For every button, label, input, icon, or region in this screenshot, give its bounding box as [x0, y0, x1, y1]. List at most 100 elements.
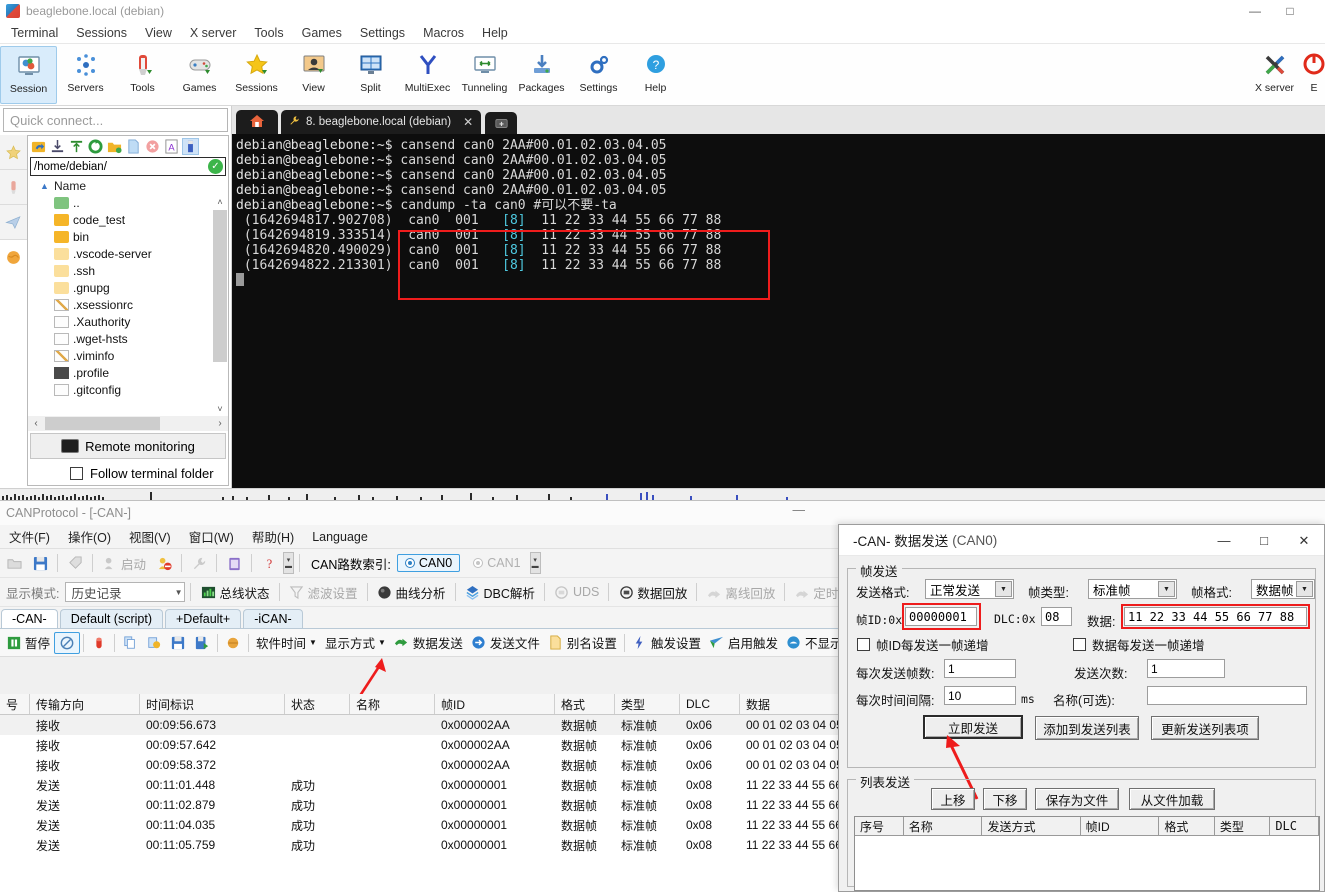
can-menu-window[interactable]: 窗口(W) — [180, 525, 243, 548]
menu-sessions[interactable]: Sessions — [67, 24, 136, 42]
grid-col-direction[interactable]: 传输方向 — [30, 694, 140, 714]
sidebar-tab-macros[interactable] — [0, 205, 27, 240]
time-source-button[interactable]: 软件时间 ▼ — [252, 631, 321, 654]
menu-help[interactable]: Help — [473, 24, 517, 42]
grid-col-format[interactable]: 格式 — [555, 694, 615, 714]
frame-type-combo[interactable]: 标准帧 ▼ — [1088, 579, 1177, 599]
canprotocol-minimize-button[interactable]: — — [793, 503, 806, 517]
list-item[interactable]: .viminfo — [28, 347, 228, 364]
grid-col-status[interactable]: 状态 — [285, 694, 350, 714]
tab-plus-default[interactable]: +Default+ — [165, 609, 242, 628]
list-item[interactable]: .xsessionrc — [28, 296, 228, 313]
toolbar-button-servers[interactable]: Servers — [57, 46, 114, 104]
can-menu-help[interactable]: 帮助(H) — [243, 525, 303, 548]
filter-settings-button[interactable]: 滤波设置 — [285, 581, 362, 604]
grid-col-frame-id[interactable]: 帧ID — [435, 694, 555, 714]
upload-icon[interactable] — [68, 138, 85, 155]
package-button[interactable] — [221, 633, 245, 653]
can-channel-can0[interactable]: CAN0 — [396, 554, 461, 572]
toolbar-button-split[interactable]: Split — [342, 46, 399, 104]
menu-view[interactable]: View — [136, 24, 181, 42]
save-grid-button[interactable] — [166, 633, 190, 653]
delete-icon[interactable] — [144, 138, 161, 155]
remote-monitoring-button[interactable]: Remote monitoring — [30, 433, 226, 459]
can-menu-file[interactable]: 文件(F) — [0, 525, 59, 548]
copy-button[interactable] — [118, 633, 142, 653]
send-format-combo[interactable]: 正常发送 ▼ — [925, 579, 1014, 599]
save-to-file-button[interactable]: 保存为文件 — [1035, 788, 1119, 810]
scroll-left-icon[interactable]: ‹ — [28, 418, 44, 429]
update-send-list-item-button[interactable]: 更新发送列表项 — [1151, 716, 1259, 740]
display-style-button[interactable]: 显示方式 ▼ — [321, 631, 390, 654]
toolbar-button-tunneling[interactable]: Tunneling — [456, 46, 513, 104]
trigger-settings-button[interactable]: 触发设置 — [628, 631, 705, 654]
frames-per-send-input[interactable]: 1 — [944, 659, 1016, 678]
send-list-col-send-mode[interactable]: 发送方式 — [982, 817, 1081, 835]
can-menu-view[interactable]: 视图(V) — [120, 525, 180, 548]
close-icon[interactable]: ✕ — [463, 115, 473, 129]
frame-id-increment-checkbox[interactable] — [857, 638, 870, 651]
toolbar-overflow-chevron[interactable]: ▾ ▬ — [283, 552, 295, 574]
load-from-file-button[interactable]: 从文件加载 — [1129, 788, 1215, 810]
pause-button[interactable]: 暂停 — [2, 631, 54, 654]
toolbar-tag-button[interactable] — [63, 553, 87, 573]
move-up-button[interactable]: 上移 — [931, 788, 975, 810]
list-item[interactable]: .. — [28, 194, 228, 211]
scroll-up-icon[interactable]: ˄ — [213, 194, 227, 209]
toolbar-open-button[interactable] — [2, 553, 26, 573]
toolbar-overflow-chevron-2[interactable]: ▾ ▬ — [529, 552, 541, 574]
scroll-thumb[interactable] — [213, 210, 227, 362]
curve-analysis-button[interactable]: 曲线分析 — [373, 581, 450, 604]
dbc-parse-button[interactable]: DBC解析 — [461, 581, 539, 604]
dialog-minimize-button[interactable]: — — [1204, 525, 1244, 556]
list-item[interactable]: .wget-hsts — [28, 330, 228, 347]
toolbar-stop-button[interactable] — [152, 553, 176, 573]
frame-id-input[interactable]: 00000001 — [905, 607, 977, 626]
parent-dir-icon[interactable] — [30, 138, 47, 155]
can-channel-can1[interactable]: CAN1 — [466, 555, 527, 571]
session-tab[interactable]: 8. beaglebone.local (debian) ✕ — [281, 110, 482, 134]
home-tab[interactable] — [236, 110, 278, 134]
toolbar-config-button[interactable] — [187, 553, 211, 573]
bus-status-button[interactable]: 总线状态 — [196, 581, 273, 604]
toolbar-button-sessions-star[interactable]: Sessions — [228, 46, 285, 104]
data-input[interactable]: 11 22 33 44 55 66 77 88 — [1124, 607, 1307, 626]
tab-can[interactable]: -CAN- — [1, 609, 58, 628]
send-list-col-seq[interactable]: 序号 — [855, 817, 904, 835]
follow-terminal-folder-row[interactable]: Follow terminal folder — [28, 461, 228, 485]
toolbar-button-games[interactable]: Games — [171, 46, 228, 104]
save-run-button[interactable] — [190, 633, 214, 653]
toolbar-save-button[interactable] — [28, 553, 52, 573]
sidebar-tab-tools[interactable] — [0, 170, 27, 205]
can-menu-operation[interactable]: 操作(O) — [59, 525, 120, 548]
uds-button[interactable]: UDS — [550, 582, 603, 602]
toolbar-button-exit[interactable]: E — [1303, 46, 1325, 104]
refresh-icon[interactable] — [87, 138, 104, 155]
toolbar-button-tools[interactable]: Tools — [114, 46, 171, 104]
quick-connect-input[interactable]: Quick connect... — [3, 108, 228, 132]
display-mode-combo[interactable]: 历史记录 ▼ — [65, 582, 186, 602]
new-file-icon[interactable] — [125, 138, 142, 155]
send-list-col-dlc[interactable]: DLC — [1270, 817, 1319, 835]
offline-replay-button[interactable]: 离线回放 — [702, 581, 779, 604]
send-list-grid[interactable]: 序号 名称 发送方式 帧ID 格式 类型 DLC — [854, 816, 1320, 891]
list-item[interactable]: .gitconfig — [28, 381, 228, 398]
enable-trigger-button[interactable]: 启用触发 — [705, 631, 782, 654]
menu-games[interactable]: Games — [293, 24, 351, 42]
maximize-button[interactable]: □ — [1275, 0, 1305, 22]
list-item[interactable]: .Xauthority — [28, 313, 228, 330]
menu-terminal[interactable]: Terminal — [2, 24, 67, 42]
send-file-button[interactable]: 发送文件 — [467, 631, 544, 654]
toolbar-button-view[interactable]: View — [285, 46, 342, 104]
list-item[interactable]: .gnupg — [28, 279, 228, 296]
data-increment-checkbox[interactable] — [1073, 638, 1086, 651]
toolbar-start-button[interactable]: 启动 — [98, 552, 150, 575]
scroll-down-icon[interactable]: ˅ — [213, 401, 227, 416]
record-button[interactable] — [87, 633, 111, 653]
terminal-output[interactable]: debian@beaglebone:~$ cansend can0 2AA#00… — [232, 134, 1325, 488]
sidebar-tab-sftp[interactable] — [0, 240, 27, 275]
data-replay-button[interactable]: 数据回放 — [614, 581, 691, 604]
grid-col-type[interactable]: 类型 — [615, 694, 680, 714]
menu-settings[interactable]: Settings — [351, 24, 414, 42]
send-list-col-format[interactable]: 格式 — [1159, 817, 1215, 835]
